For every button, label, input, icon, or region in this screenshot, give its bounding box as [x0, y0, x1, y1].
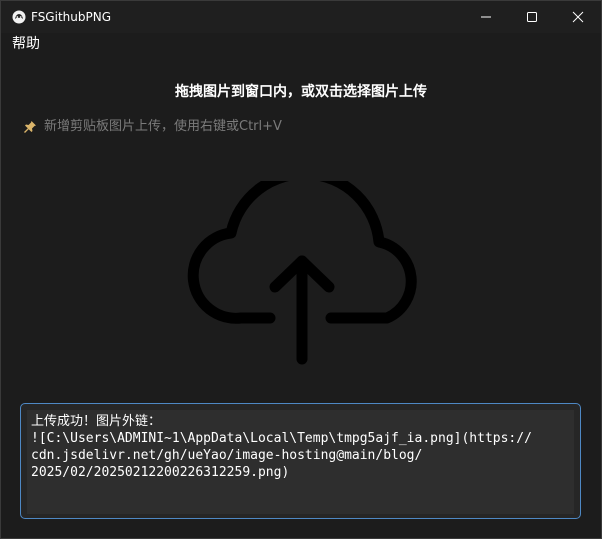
- app-logo-icon: [12, 10, 26, 24]
- upload-instruction-heading: 拖拽图片到窗口内，或双击选择图片上传: [175, 84, 427, 100]
- clipboard-tip-text: 新增剪贴板图片上传，使用右键或Ctrl+V: [44, 119, 282, 134]
- upload-result-box[interactable]: 上传成功！图片外链： ![C:\Users\ADMINI~1\AppData\L…: [20, 403, 581, 519]
- close-button[interactable]: [555, 1, 601, 33]
- upload-result-textarea[interactable]: 上传成功！图片外链： ![C:\Users\ADMINI~1\AppData\L…: [27, 410, 574, 514]
- clipboard-tip: 新增剪贴板图片上传，使用右键或Ctrl+V: [23, 117, 282, 137]
- result-line: 上传成功！图片外链：: [31, 414, 162, 429]
- result-line: ![C:\Users\ADMINI~1\AppData\Local\Temp\t…: [31, 431, 532, 446]
- pin-icon: [24, 121, 36, 133]
- title-bar[interactable]: FSGithubPNG: [1, 1, 601, 33]
- upload-result-text: 上传成功！图片外链： ![C:\Users\ADMINI~1\AppData\L…: [31, 413, 571, 481]
- result-line: 2025/02/20250212200226312259.png): [31, 465, 290, 480]
- menu-help[interactable]: 帮助: [12, 35, 40, 53]
- window-title: FSGithubPNG: [31, 10, 111, 24]
- minimize-button[interactable]: [463, 1, 509, 33]
- close-icon: [572, 11, 584, 23]
- menu-bar: 帮助: [1, 33, 601, 55]
- minimize-icon: [481, 16, 491, 18]
- maximize-button[interactable]: [509, 1, 555, 33]
- result-line: cdn.jsdelivr.net/gh/ueYao/image-hosting@…: [31, 448, 423, 463]
- maximize-icon: [527, 12, 537, 22]
- upload-drop-zone[interactable]: [171, 168, 435, 371]
- app-window: FSGithubPNG 帮助 拖拽图片到窗口内，或双击选择图片上传 新增剪贴板图…: [0, 0, 602, 539]
- cloud-upload-icon: [187, 168, 417, 365]
